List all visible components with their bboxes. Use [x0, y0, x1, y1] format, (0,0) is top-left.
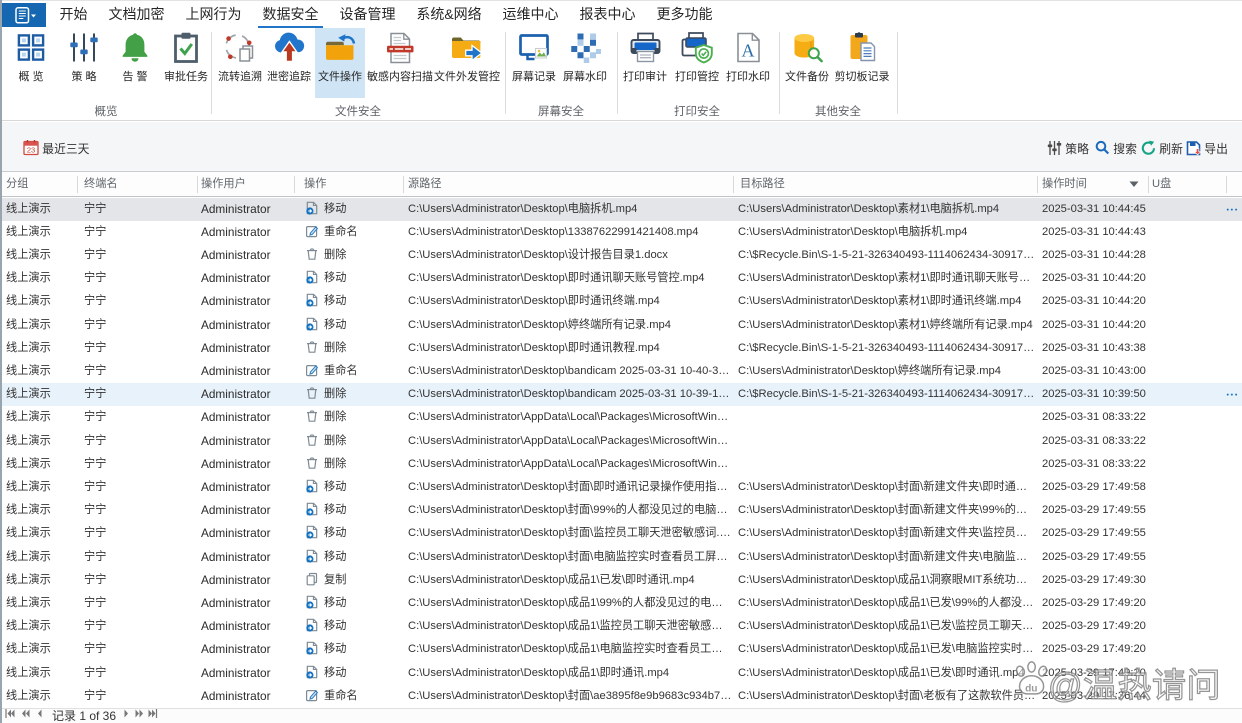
svg-text:du: du [1025, 684, 1037, 695]
svg-text:23: 23 [27, 146, 35, 155]
svg-text:A: A [741, 41, 754, 61]
